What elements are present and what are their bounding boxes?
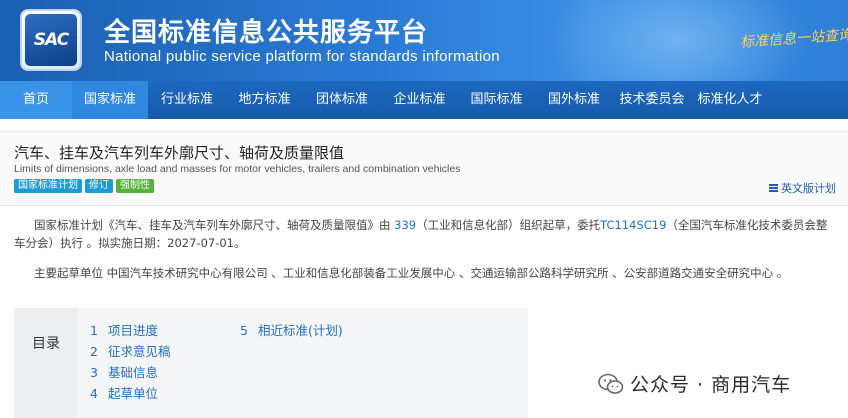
nav-local-standards[interactable]: 地方标准 xyxy=(226,81,303,119)
tag-mandatory: 强制性 xyxy=(116,179,154,193)
drafting-organizations: 主要起草单位 中国汽车技术研究中心有限公司 、工业和信息化部装备工业发展中心 、… xyxy=(34,266,789,280)
standard-header: 汽车、挂车及汽车列车外廓尺寸、轴荷及质量限值 Limits of dimensi… xyxy=(0,131,848,206)
tag-revision: 修订 xyxy=(85,179,113,193)
desc-part1: 国家标准计划《汽车、挂车及汽车列车外廓尺寸、轴荷及质量限值》由 xyxy=(34,218,395,232)
toc-link-draft-for-comments[interactable]: 2 征求意见稿 xyxy=(90,343,171,361)
nav-international-standards[interactable]: 国际标准 xyxy=(458,81,535,119)
toc-column-2: 5 相近标准(计划) xyxy=(240,322,343,340)
sac-logo[interactable]: SAC xyxy=(20,9,82,71)
desc-part2: （工业和信息化部）组织起草，委托 xyxy=(416,218,601,232)
wechat-watermark: 公众号 · 商用汽车 xyxy=(598,370,791,397)
english-plan-label: 英文版计划 xyxy=(781,182,836,195)
nav-technical-committees[interactable]: 技术委员会 xyxy=(613,81,691,119)
wechat-icon xyxy=(598,372,624,396)
table-of-contents: 目录 1 项目进度 2 征求意见稿 3 基础信息 4 起草单位 5 相近标准(计… xyxy=(14,308,528,418)
standard-title-en: Limits of dimensions, axle load and mass… xyxy=(14,163,461,175)
standard-description: 国家标准计划《汽车、挂车及汽车列车外廓尺寸、轴荷及质量限值》由 339（工业和信… xyxy=(14,216,834,252)
standard-title-cn: 汽车、挂车及汽车列车外廓尺寸、轴荷及质量限值 xyxy=(14,144,345,162)
sac-logo-text: SAC xyxy=(33,30,69,50)
toc-column-1: 1 项目进度 2 征求意见稿 3 基础信息 4 起草单位 xyxy=(90,322,171,403)
nav-home[interactable]: 首页 xyxy=(0,81,72,119)
watermark-text: 公众号 · 商用汽车 xyxy=(630,374,792,396)
nav-foreign-standards[interactable]: 国外标准 xyxy=(535,81,613,119)
toc-link-similar-standards[interactable]: 5 相近标准(计划) xyxy=(240,322,343,340)
tc-code-link[interactable]: TC114SC19 xyxy=(600,218,666,232)
standard-tags: 国家标准计划 修订 强制性 xyxy=(14,179,154,193)
main-nav: 首页 国家标准 行业标准 地方标准 团体标准 企业标准 国际标准 国外标准 技术… xyxy=(0,81,848,119)
nav-enterprise-standards[interactable]: 企业标准 xyxy=(381,81,458,119)
nav-national-standards[interactable]: 国家标准 xyxy=(72,81,148,119)
toc-label: 目录 xyxy=(14,308,78,418)
list-icon xyxy=(769,184,778,192)
sac-logo-inner: SAC xyxy=(25,14,77,66)
nav-standardization-talent[interactable]: 标准化人才 xyxy=(691,81,769,119)
toc-link-basic-info[interactable]: 3 基础信息 xyxy=(90,364,171,382)
nav-industry-standards[interactable]: 行业标准 xyxy=(148,81,226,119)
site-title: 全国标准信息公共服务平台 xyxy=(104,18,429,48)
tag-national-plan: 国家标准计划 xyxy=(14,179,82,193)
toc-link-drafting-units[interactable]: 4 起草单位 xyxy=(90,385,171,403)
toc-link-progress[interactable]: 1 项目进度 xyxy=(90,322,171,340)
site-header: SAC 全国标准信息公共服务平台 National public service… xyxy=(0,0,848,81)
nav-group-standards[interactable]: 团体标准 xyxy=(303,81,381,119)
org-code-link[interactable]: 339 xyxy=(394,218,416,232)
site-subtitle: National public service platform for sta… xyxy=(104,48,500,65)
english-plan-link[interactable]: 英文版计划 xyxy=(769,180,836,196)
